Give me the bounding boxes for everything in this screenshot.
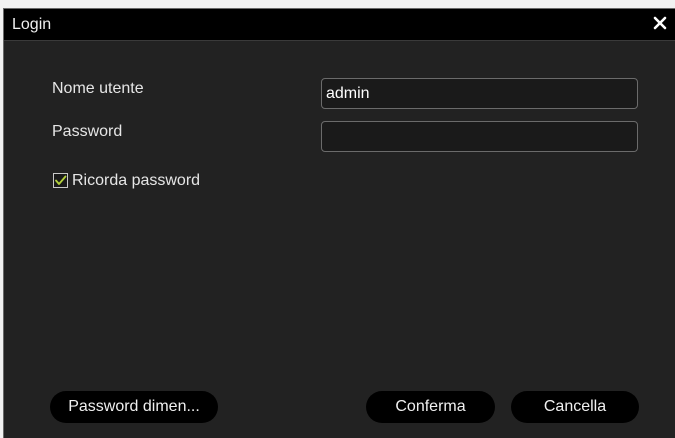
username-field[interactable] [321,78,638,109]
dialog-title: Login [12,16,52,33]
cancel-button[interactable]: Cancella [511,391,639,423]
login-dialog: Login Nome utente Password Ricorda passw… [3,8,675,438]
username-label: Nome utente [52,80,144,97]
close-icon[interactable] [651,14,669,32]
remember-password-checkbox[interactable] [53,173,68,188]
dialog-titlebar: Login [4,9,675,41]
confirm-button[interactable]: Conferma [366,391,495,423]
checkmark-icon [55,175,67,185]
remember-password-label: Ricorda password [72,172,201,189]
password-label: Password [52,123,123,140]
forgot-password-button[interactable]: Password dimen... [50,391,218,423]
password-field[interactable] [321,121,638,152]
